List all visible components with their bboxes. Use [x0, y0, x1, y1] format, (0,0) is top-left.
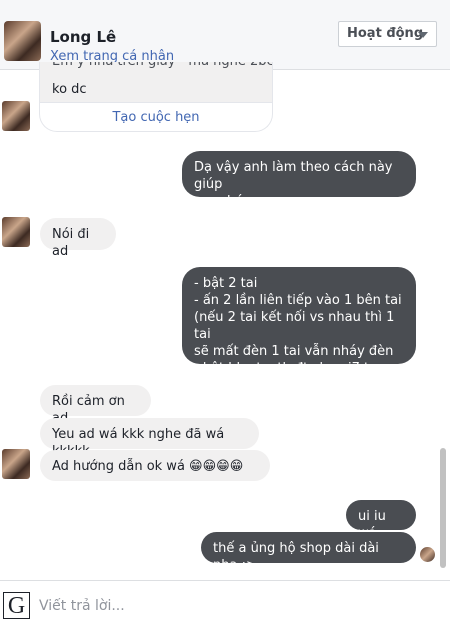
message-incoming: Nói đi ad [40, 218, 116, 259]
status-dropdown[interactable]: Hoạt động [338, 21, 437, 47]
message-line: (nếu 2 tai kết nối vs nhau thì 1 tai [194, 310, 395, 342]
sender-avatar [2, 449, 30, 479]
conversation-header: Long Lê Xem trang cá nhân Hoạt động [0, 0, 450, 70]
sender-avatar [2, 217, 30, 247]
message-outgoing: thế a ủng hộ shop dài dài nha :> [201, 532, 416, 573]
seen-avatar [420, 547, 435, 562]
card-text: Em ý nhà trên giấy - ma nghe 2bên ko dc [40, 62, 272, 102]
message-line: - bật bluetooth đt chọn i7 tws [194, 361, 387, 376]
sender-avatar [2, 101, 30, 131]
message-line: sẽ mất đèn 1 tai vẫn nháy đèn [194, 344, 394, 359]
message-outgoing: ui iu wá [346, 500, 416, 541]
message-line: - ấn 2 lần liên tiếp vào 1 bên tai [194, 293, 402, 308]
message-incoming: Yeu ad wá kkk nghe đã wá kkkkk [40, 418, 259, 459]
message-incoming: Rồi cảm ơn ad [40, 385, 151, 426]
composer: G [0, 580, 450, 625]
contact-name[interactable]: Long Lê [50, 28, 116, 46]
scrollbar[interactable] [440, 448, 446, 568]
message-line: - bật 2 tai [194, 276, 258, 291]
message-line: em nhé [194, 194, 244, 209]
card-text-last: ko dc [52, 82, 87, 97]
status-label: Hoạt động [347, 26, 424, 41]
message-incoming: Ad hướng dẫn ok wá 😁😁😁😁 [40, 450, 270, 481]
appointment-card: Em ý nhà trên giấy - ma nghe 2bên ko dc … [39, 62, 273, 132]
create-appointment-button[interactable]: Tạo cuộc hẹn [40, 102, 272, 131]
chevron-down-icon [418, 32, 428, 38]
message-outgoing: Dạ vậy anh làm theo cách này giúp em nhé [182, 151, 416, 209]
message-line: Dạ vậy anh làm theo cách này giúp [194, 160, 393, 192]
message-outgoing: - bật 2 tai - ấn 2 lần liên tiếp vào 1 b… [182, 267, 416, 376]
g-icon[interactable]: G [3, 592, 30, 619]
card-text-partial: Em ý nhà trên giấy - ma nghe 2bên [52, 62, 272, 70]
contact-avatar[interactable] [4, 21, 41, 61]
reply-input[interactable] [39, 598, 429, 614]
